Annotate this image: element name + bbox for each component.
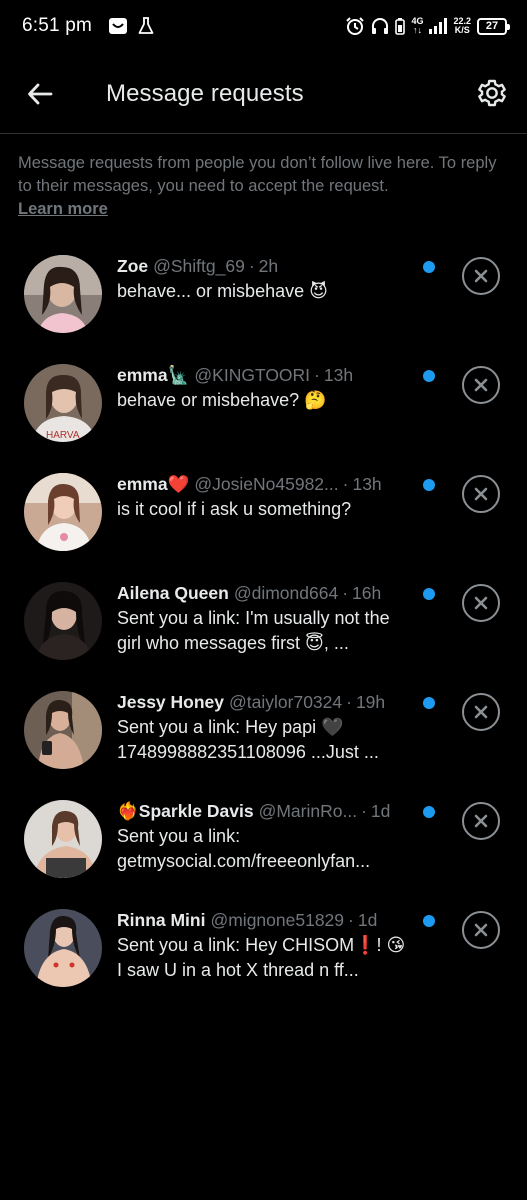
- avatar[interactable]: [24, 909, 102, 987]
- sender-handle: @taiylor70324: [229, 692, 343, 712]
- avatar[interactable]: [24, 691, 102, 769]
- timestamp: 19h: [355, 692, 386, 712]
- headphones-icon: [372, 18, 389, 34]
- sender-name: emma❤️: [117, 474, 190, 494]
- dismiss-request-button[interactable]: [462, 693, 500, 731]
- sender-name: ❤️‍🔥Sparkle Davis: [117, 801, 254, 821]
- message-preview: is it cool if i ask u something?: [117, 499, 352, 519]
- battery-saver-icon: [395, 18, 406, 35]
- page-title: Message requests: [106, 80, 304, 107]
- close-icon: [474, 705, 488, 719]
- message-preview: Sent you a link: I'm usually not the gir…: [117, 608, 390, 653]
- sender-handle: @dimond664: [233, 583, 339, 603]
- timestamp: 16h: [352, 583, 382, 603]
- dismiss-request-button[interactable]: [462, 911, 500, 949]
- back-button[interactable]: [24, 78, 56, 110]
- avatar[interactable]: [24, 800, 102, 878]
- status-bar: 6:51 pm 4G ↑↓ 22.2 K/S 27: [0, 0, 527, 52]
- timestamp: 2h: [258, 256, 279, 276]
- info-description: Message requests from people you don’t f…: [18, 152, 498, 221]
- avatar[interactable]: [24, 582, 102, 660]
- close-icon: [474, 923, 488, 937]
- sender-name: Zoe: [117, 256, 149, 276]
- info-text: Message requests from people you don’t f…: [18, 154, 497, 195]
- notification-app-icon: [109, 18, 128, 34]
- unread-indicator: [423, 806, 435, 818]
- sender-name: Rinna Mini: [117, 910, 206, 930]
- close-icon: [474, 487, 488, 501]
- timestamp: 13h: [352, 474, 382, 494]
- message-preview: behave or misbehave? 🤔: [117, 390, 327, 410]
- network-speed-unit: K/S: [454, 25, 470, 35]
- sender-handle: @KINGTOORI: [194, 365, 311, 385]
- sender-name: Jessy Honey: [117, 692, 225, 712]
- timestamp: 1d: [357, 910, 378, 930]
- sender-handle: @Shiftg_69: [153, 256, 245, 276]
- svg-text:HARVA: HARVA: [46, 430, 80, 441]
- message-preview: behave... or misbehave 😈: [117, 281, 328, 301]
- avatar[interactable]: [24, 255, 102, 333]
- timestamp: 1d: [370, 801, 391, 821]
- learn-more-link[interactable]: Learn more: [18, 198, 108, 221]
- unread-indicator: [423, 588, 435, 600]
- status-time: 6:51 pm: [22, 15, 93, 36]
- unread-indicator: [423, 370, 435, 382]
- timestamp: 13h: [323, 365, 354, 385]
- top-app-bar: Message requests: [0, 52, 527, 134]
- avatar[interactable]: [24, 473, 102, 551]
- close-icon: [474, 596, 488, 610]
- close-icon: [474, 269, 488, 283]
- dismiss-request-button[interactable]: [462, 366, 500, 404]
- alarm-clock-icon: [346, 17, 365, 35]
- avatar[interactable]: HARVA: [24, 364, 102, 442]
- unread-indicator: [423, 697, 435, 709]
- unread-indicator: [423, 915, 435, 927]
- close-icon: [474, 378, 488, 392]
- dismiss-request-button[interactable]: [462, 802, 500, 840]
- message-preview: Sent you a link: Hey papi 🖤 174899888235…: [117, 717, 379, 762]
- sender-handle: @mignone51829: [210, 910, 345, 930]
- dismiss-request-button[interactable]: [462, 584, 500, 622]
- message-request-list: Zoe @Shiftg_69 · 2h behave... or misbeha…: [0, 240, 527, 1003]
- message-request-item[interactable]: ❤️‍🔥Sparkle Davis @MarinRo... · 1d Sent …: [0, 785, 527, 894]
- settings-button[interactable]: [475, 76, 509, 110]
- message-request-item[interactable]: HARVA emma🗽 @KINGTOORI · 13h behave or m…: [0, 349, 527, 458]
- message-request-item[interactable]: Ailena Queen @dimond664 · 16h Sent you a…: [0, 567, 527, 676]
- unread-indicator: [423, 479, 435, 491]
- message-request-item[interactable]: Zoe @Shiftg_69 · 2h behave... or misbeha…: [0, 240, 527, 349]
- sender-handle: @JosieNo45982...: [194, 474, 339, 494]
- battery-indicator: 27: [477, 17, 510, 35]
- message-preview: Sent you a link: getmysocial.com/freeeon…: [117, 826, 371, 871]
- message-request-item[interactable]: Rinna Mini @mignone51829 · 1d Sent you a…: [0, 894, 527, 1003]
- message-preview: Sent you a link: Hey CHISOM❗! 😘 I saw U …: [117, 935, 406, 980]
- dismiss-request-button[interactable]: [462, 257, 500, 295]
- sender-name: emma🗽: [117, 365, 190, 385]
- message-request-item[interactable]: Jessy Honey @taiylor70324 · 19h Sent you…: [0, 676, 527, 785]
- arrow-left-icon: [28, 83, 53, 105]
- signal-bars-icon: [429, 18, 448, 34]
- sender-name: Ailena Queen: [117, 583, 229, 603]
- close-icon: [474, 814, 488, 828]
- lab-flask-icon: [138, 17, 154, 34]
- unread-indicator: [423, 261, 435, 273]
- message-request-item[interactable]: emma❤️ @JosieNo45982... · 13h is it cool…: [0, 458, 527, 567]
- gear-icon: [478, 79, 506, 107]
- dismiss-request-button[interactable]: [462, 475, 500, 513]
- sender-handle: @MarinRo...: [258, 801, 358, 821]
